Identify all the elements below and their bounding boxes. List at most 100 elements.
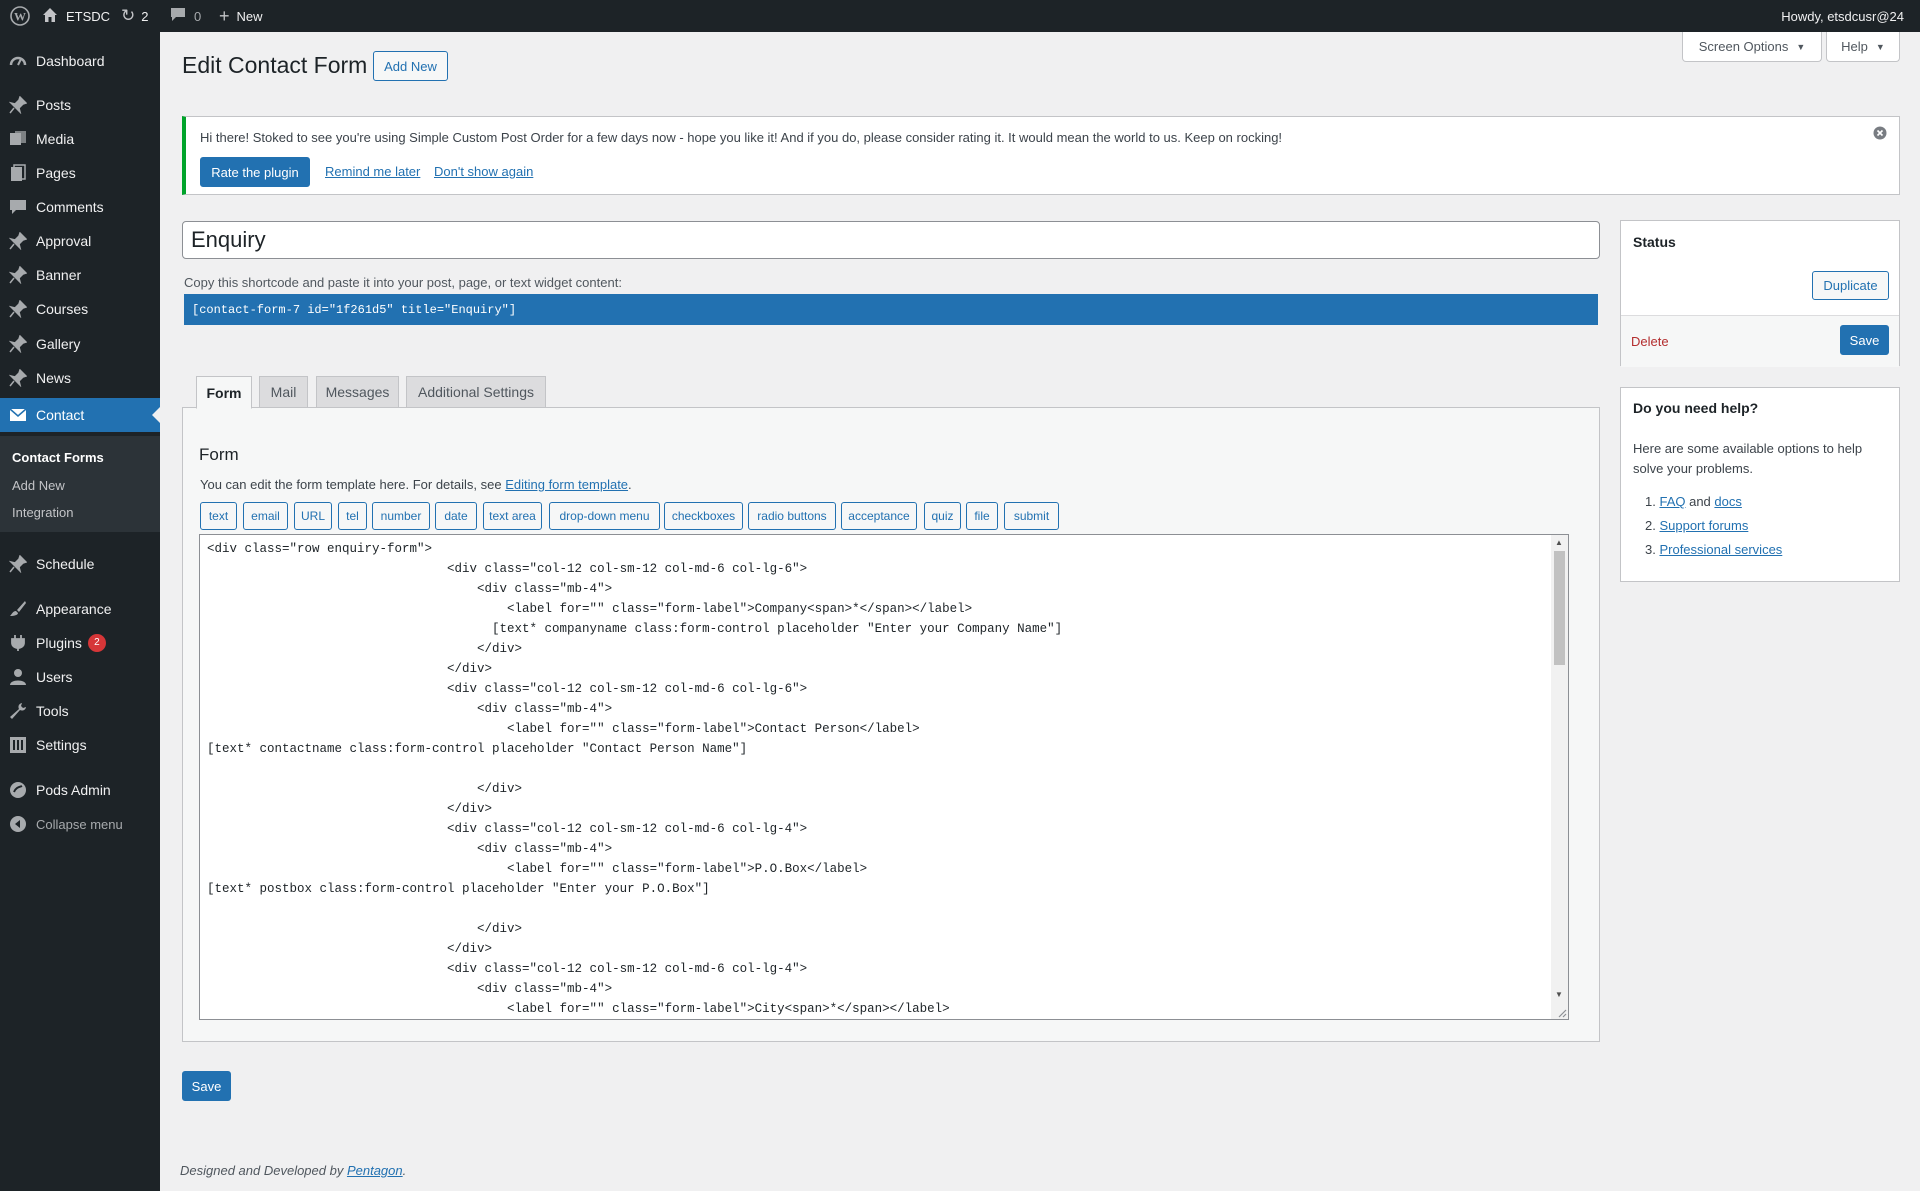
status-save-button[interactable]: Save: [1840, 325, 1889, 355]
resize-handle-icon[interactable]: [1555, 1006, 1567, 1018]
faq-link[interactable]: FAQ: [1659, 494, 1685, 509]
tab-additional-settings[interactable]: Additional Settings: [406, 376, 546, 408]
pods-icon: [8, 780, 28, 800]
menu-approval[interactable]: Approval: [0, 224, 160, 258]
editing-form-template-link[interactable]: Editing form template: [505, 477, 628, 492]
professional-services-link[interactable]: Professional services: [1659, 542, 1782, 557]
rate-plugin-button[interactable]: Rate the plugin: [200, 157, 310, 187]
menu-users[interactable]: Users: [0, 660, 160, 694]
menu-courses[interactable]: Courses: [0, 292, 160, 326]
support-forums-link[interactable]: Support forums: [1659, 518, 1748, 533]
tag-radio-buttons-button[interactable]: radio buttons: [748, 502, 836, 530]
menu-comments[interactable]: Comments: [0, 190, 160, 224]
menu-contact[interactable]: Contact: [0, 398, 160, 432]
notice-text: Hi there! Stoked to see you're using Sim…: [200, 130, 1283, 145]
menu-gallery[interactable]: Gallery: [0, 327, 160, 361]
tag-tel-button[interactable]: tel: [338, 502, 367, 530]
menu-media[interactable]: Media: [0, 122, 160, 156]
tag-quiz-button[interactable]: quiz: [924, 502, 961, 530]
tag-text-area-button[interactable]: text area: [483, 502, 542, 530]
code-line: </div>: [207, 802, 493, 816]
code-line: <label for="" class="form-label">P.O.Box…: [207, 862, 868, 876]
comments-link[interactable]: 0: [170, 0, 201, 32]
menu-pages[interactable]: Pages: [0, 156, 160, 190]
scrollbar-thumb[interactable]: [1554, 551, 1565, 665]
menu-label: Schedule: [36, 556, 95, 572]
dashboard-icon: [8, 51, 28, 71]
shortcode-field[interactable]: [contact-form-7 id="1f261d5" title="Enqu…: [184, 294, 1598, 325]
form-title-input[interactable]: Enquiry: [182, 221, 1600, 259]
pin-icon: [8, 368, 28, 388]
tag-file-button[interactable]: file: [966, 502, 998, 530]
menu-plugins[interactable]: Plugins 2: [0, 626, 160, 660]
menu-dashboard[interactable]: Dashboard: [0, 44, 160, 78]
scroll-down-arrow-icon[interactable]: ▼: [1555, 990, 1563, 999]
menu-settings[interactable]: Settings: [0, 728, 160, 762]
dont-show-again-link[interactable]: Don't show again: [434, 164, 533, 179]
tag-text-button[interactable]: text: [200, 502, 237, 530]
code-line: [text* companyname class:form-control pl…: [207, 622, 1063, 636]
help-list-item: 2. Support forums: [1645, 514, 1782, 538]
wordpress-logo-icon[interactable]: W: [10, 0, 32, 32]
tab-mail[interactable]: Mail: [259, 376, 308, 408]
brush-icon: [8, 599, 28, 619]
menu-pods-admin[interactable]: Pods Admin: [0, 773, 160, 807]
menu-appearance[interactable]: Appearance: [0, 592, 160, 626]
tab-messages[interactable]: Messages: [316, 376, 399, 408]
comment-icon: [170, 7, 186, 25]
screen-options-button[interactable]: Screen Options ▼: [1682, 32, 1822, 62]
site-name: ETSDC: [66, 8, 111, 24]
tag-checkboxes-button[interactable]: checkboxes: [664, 502, 743, 530]
form-template-editor[interactable]: <div class="row enquiry-form"> <div clas…: [199, 534, 1569, 1020]
caret-down-icon: ▼: [1796, 41, 1806, 52]
tag-acceptance-button[interactable]: acceptance: [841, 502, 917, 530]
menu-banner[interactable]: Banner: [0, 258, 160, 292]
add-new-button[interactable]: Add New: [373, 51, 448, 81]
menu-tools[interactable]: Tools: [0, 694, 160, 728]
pentagon-link[interactable]: Pentagon: [347, 1163, 403, 1178]
editor-scrollbar[interactable]: ▲ ▼: [1551, 535, 1568, 1019]
submenu-integration[interactable]: Integration: [12, 505, 73, 520]
delete-link[interactable]: Delete: [1631, 334, 1669, 349]
menu-label: Comments: [36, 199, 104, 215]
menu-posts[interactable]: Posts: [0, 88, 160, 122]
tag-email-button[interactable]: email: [243, 502, 288, 530]
tag-date-button[interactable]: date: [435, 502, 477, 530]
menu-label: Users: [36, 669, 73, 685]
tag-submit-button[interactable]: submit: [1004, 502, 1059, 530]
save-button[interactable]: Save: [182, 1071, 231, 1101]
plugin-icon: [8, 633, 28, 653]
updates-link[interactable]: ↻ 2: [121, 0, 148, 32]
menu-schedule[interactable]: Schedule: [0, 547, 160, 581]
help-list-item: 3. Professional services: [1645, 538, 1782, 562]
help-button[interactable]: Help ▼: [1826, 32, 1900, 62]
page-title: Edit Contact Form: [182, 52, 368, 78]
menu-label: Dashboard: [36, 53, 105, 69]
tag-dropdown-menu-button[interactable]: drop-down menu: [549, 502, 660, 530]
dismiss-icon[interactable]: [1873, 126, 1887, 140]
pages-icon: [8, 163, 28, 183]
new-content-link[interactable]: + New: [219, 0, 263, 32]
menu-label: Courses: [36, 301, 89, 317]
menu-news[interactable]: News: [0, 361, 160, 395]
collapse-menu-button[interactable]: Collapse menu: [0, 807, 160, 841]
remind-later-link[interactable]: Remind me later: [325, 164, 420, 179]
panel-desc-text: You can edit the form template here. For…: [200, 477, 506, 492]
tag-number-button[interactable]: number: [372, 502, 430, 530]
menu-label: Banner: [36, 267, 82, 283]
duplicate-button[interactable]: Duplicate: [1812, 271, 1889, 300]
tag-url-button[interactable]: URL: [294, 502, 332, 530]
footer-credit: Designed and Developed by Pentagon.: [180, 1163, 406, 1178]
site-name-link[interactable]: ETSDC: [42, 0, 110, 32]
submenu-contact-forms[interactable]: Contact Forms: [12, 450, 104, 465]
submenu-add-new[interactable]: Add New: [12, 478, 65, 493]
users-icon: [8, 667, 28, 687]
my-account-link[interactable]: Howdy, etsdcusr@24: [1781, 0, 1904, 32]
plus-icon: +: [219, 5, 230, 26]
tab-form[interactable]: Form: [196, 376, 252, 409]
svg-text:W: W: [14, 10, 26, 24]
docs-link[interactable]: docs: [1714, 494, 1741, 509]
scroll-up-arrow-icon[interactable]: ▲: [1555, 538, 1563, 547]
